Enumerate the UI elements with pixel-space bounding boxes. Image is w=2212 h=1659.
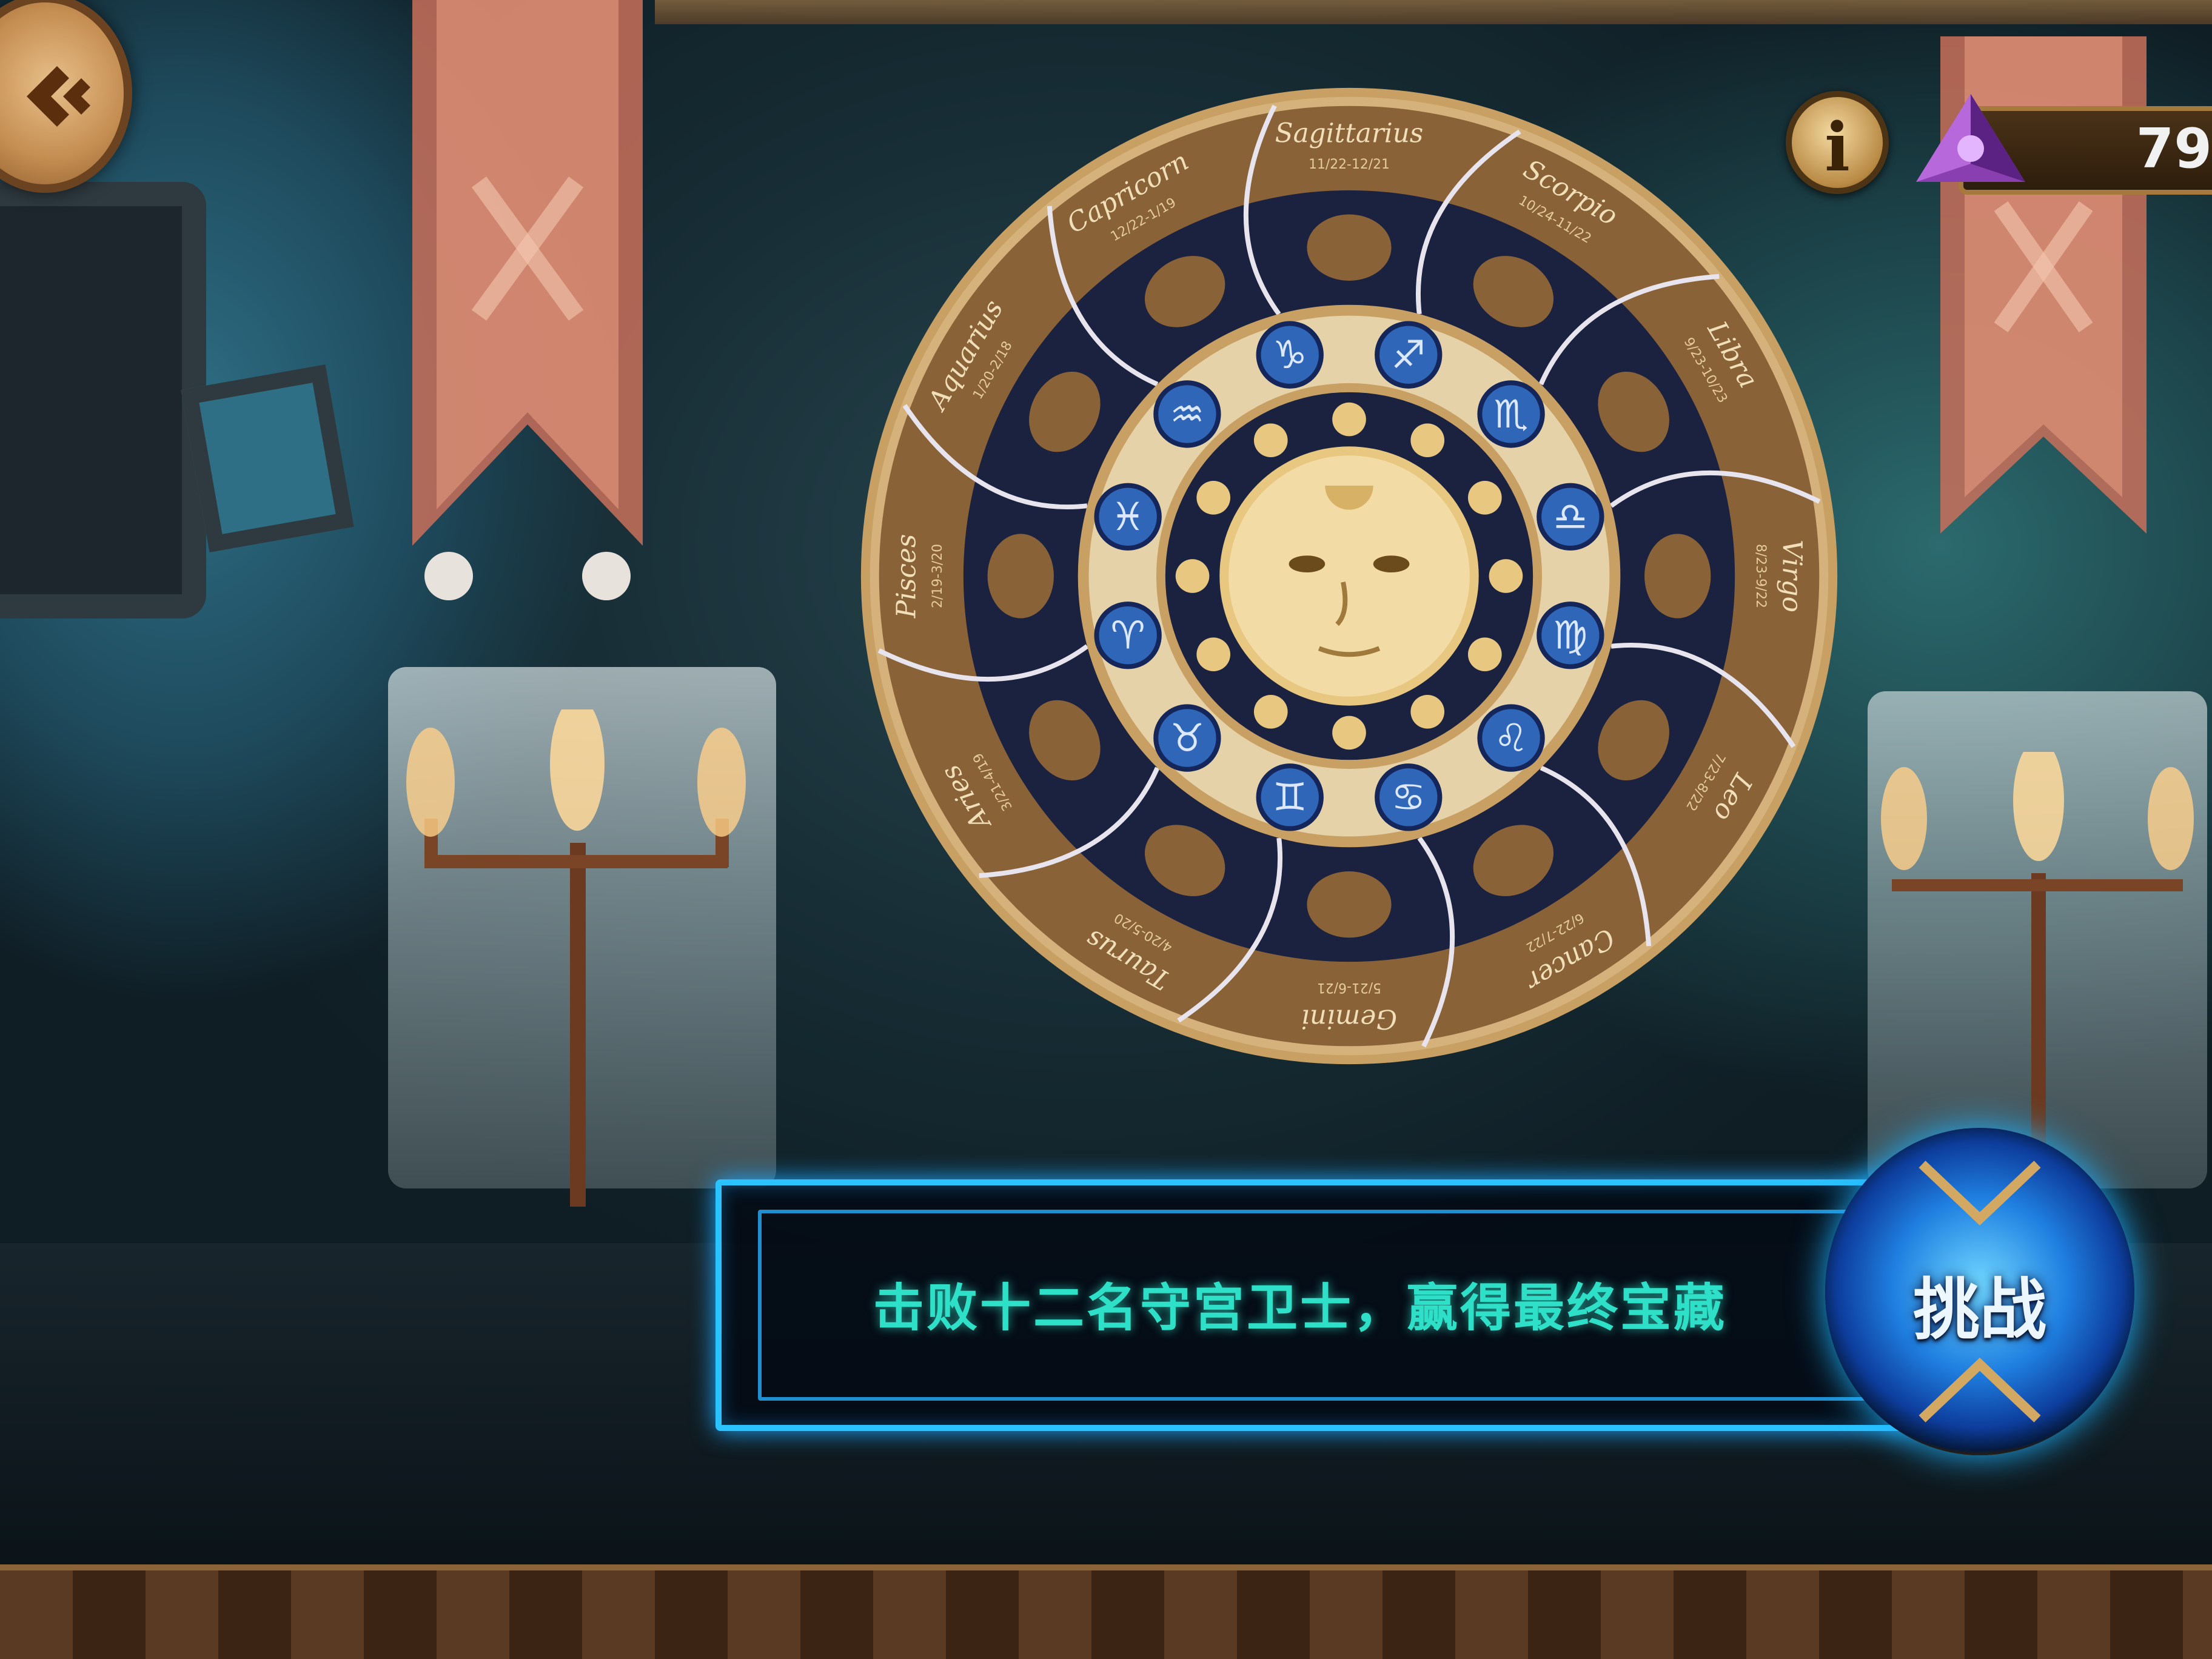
zodiac-symbol-icon: ♐ <box>1391 333 1426 378</box>
challenge-button[interactable]: 挑战 <box>1825 1128 2134 1455</box>
zodiac-symbol-icon: ♈ <box>1111 614 1145 659</box>
gem-count: 79 <box>2136 117 2212 181</box>
moon-phase-icon <box>1410 423 1445 458</box>
moon-phase-icon <box>1489 559 1523 593</box>
sun-right-eye <box>1373 555 1410 573</box>
moon-phase-icon <box>1196 637 1231 672</box>
moon-phase-icon <box>1175 559 1210 593</box>
sun-left-eye <box>1289 555 1326 573</box>
zodiac-symbol-icon: ♓ <box>1111 495 1145 540</box>
banner-shape <box>412 0 643 600</box>
left-candelabra <box>406 709 746 1207</box>
zodiac-symbol-icon: ♊ <box>1273 776 1307 820</box>
left-banner <box>412 0 643 612</box>
zodiac-symbol-icon: ♑ <box>1273 333 1307 378</box>
sign-figure-gemini <box>1307 871 1392 938</box>
zodiac-symbol-icon: ♉ <box>1170 716 1204 761</box>
back-arrow-icon <box>27 66 90 127</box>
back-button[interactable] <box>0 0 132 193</box>
zodiac-symbol-icon: ♏ <box>1494 392 1529 437</box>
sign-dates: 2/19-3/20 <box>930 544 945 608</box>
zodiac-symbol-icon: ♍ <box>1553 614 1587 659</box>
sign-label-pisces: Pisces 2/19-3/20 <box>891 534 945 619</box>
sign-figure-sagittarius <box>1307 214 1392 281</box>
sign-name: Sagittarius <box>1275 118 1424 149</box>
sign-dates: 5/21-6/21 <box>1317 980 1381 995</box>
moon-phase-icon <box>1253 694 1288 729</box>
game-scene: i 79 Sagittarius 11/22-12/21 Scorpio 10/24-… <box>0 0 2212 1659</box>
zodiac-symbol-icon: ♎ <box>1553 495 1587 540</box>
small-wall-frame <box>181 364 354 552</box>
sign-name: Gemini <box>1301 1004 1397 1034</box>
zodiac-wheel[interactable]: Sagittarius11/22-12/21 Scorpio10/24-11/22… <box>849 67 1849 1085</box>
moon-phase-icon <box>1196 480 1231 515</box>
sign-label-virgo: Virgo 8/23-9/22 <box>1753 540 1808 612</box>
challenge-label: 挑战 <box>1913 1271 2046 1349</box>
sign-figure-virgo <box>1644 534 1711 618</box>
purple-pyramid-gem-icon <box>1916 94 2025 182</box>
quest-description: 击败十二名守宫卫士，赢得最终宝藏 <box>873 1278 1728 1338</box>
moon-phase-icon <box>1332 402 1366 437</box>
zodiac-symbol-icon: ♒ <box>1170 392 1204 437</box>
sign-figure-pisces <box>987 534 1054 618</box>
moon-phase-icon <box>1253 423 1288 458</box>
bottom-border <box>0 1564 2212 1659</box>
zodiac-symbol-icon: ♌ <box>1494 716 1529 761</box>
moon-phase-icon <box>1467 637 1502 672</box>
sign-name: Pisces <box>891 534 922 619</box>
sign-name: Virgo <box>1777 540 1808 612</box>
zodiac-symbol-icon: ♋ <box>1391 776 1426 820</box>
sign-dates: 11/22-12/21 <box>1309 157 1390 172</box>
moon-phase-icon <box>1467 480 1502 515</box>
sign-dates: 8/23-9/22 <box>1753 544 1768 608</box>
wall-frame <box>0 182 206 618</box>
quest-panel: 击败十二名守宫卫士，赢得最终宝藏 <box>716 1179 1916 1431</box>
ceiling-trim <box>655 0 2212 24</box>
moon-phase-icon <box>1332 716 1366 750</box>
moon-phase-icon <box>1410 694 1445 729</box>
